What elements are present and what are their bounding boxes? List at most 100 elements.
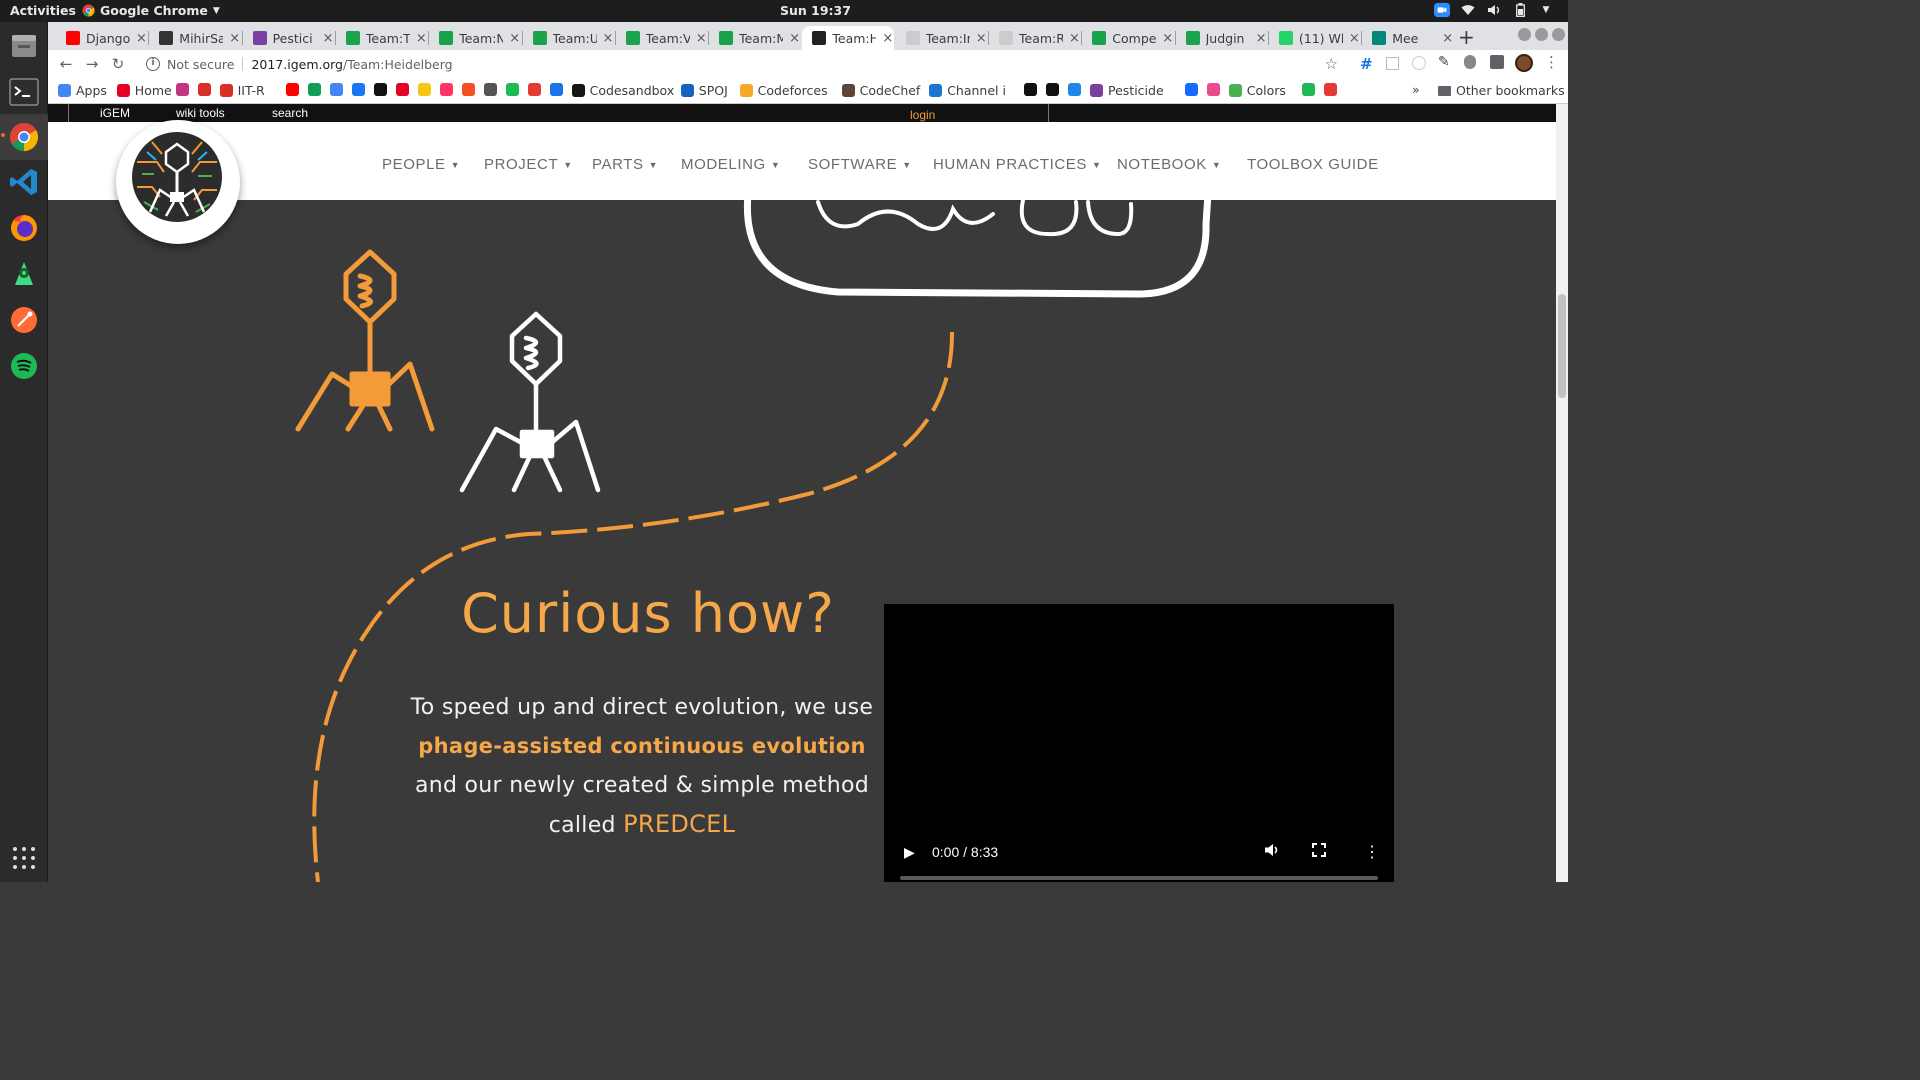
- close-tab-icon[interactable]: ×: [323, 31, 334, 46]
- bookmark-item[interactable]: Pesticide: [1090, 83, 1164, 98]
- close-tab-icon[interactable]: ×: [1442, 31, 1453, 46]
- scrollbar-thumb[interactable]: [1558, 294, 1566, 398]
- nav-human-practices[interactable]: HUMAN PRACTICES ▼: [933, 156, 1102, 173]
- bookmark-item[interactable]: [1024, 83, 1037, 96]
- login-link[interactable]: login: [910, 108, 935, 122]
- dock-firefox[interactable]: [4, 208, 44, 248]
- bookmark-item[interactable]: Home: [116, 83, 172, 98]
- team-logo[interactable]: [116, 120, 240, 244]
- address-bar[interactable]: i Not secure 2017.igem.org/Team:Heidelbe…: [138, 52, 1344, 76]
- bookmark-item[interactable]: [1302, 83, 1315, 96]
- browser-tab[interactable]: Team:Ir ×: [896, 26, 987, 50]
- close-tab-icon[interactable]: ×: [509, 31, 520, 46]
- close-tab-icon[interactable]: ×: [603, 31, 614, 46]
- extensions-puzzle-icon[interactable]: [1490, 55, 1504, 69]
- bookmark-item[interactable]: [527, 83, 541, 96]
- close-tab-icon[interactable]: ×: [416, 31, 427, 46]
- igem-link[interactable]: iGEM: [100, 106, 130, 120]
- bookmark-item[interactable]: [549, 83, 563, 96]
- extension-square-icon[interactable]: [1386, 57, 1399, 70]
- url-text[interactable]: 2017.igem.org/Team:Heidelberg: [251, 57, 452, 72]
- play-icon[interactable]: ▶: [904, 844, 915, 861]
- dock-chrome[interactable]: [1, 117, 44, 157]
- bookmark-item[interactable]: SPOJ: [680, 83, 728, 98]
- video-menu-icon[interactable]: ⋮: [1364, 842, 1380, 862]
- new-tab-button[interactable]: +: [1458, 25, 1475, 49]
- page-scrollbar[interactable]: [1556, 104, 1568, 882]
- nav-notebook[interactable]: NOTEBOOK ▼: [1117, 156, 1221, 173]
- browser-tab[interactable]: (11) Wh ×: [1269, 26, 1360, 50]
- browser-tab[interactable]: Team:M ×: [709, 26, 800, 50]
- bookmark-item[interactable]: [1324, 83, 1337, 96]
- bookmark-item[interactable]: [307, 83, 321, 96]
- bookmark-item[interactable]: [373, 83, 387, 96]
- browser-tab[interactable]: Judgin ×: [1176, 26, 1267, 50]
- browser-tab[interactable]: MihirSa ×: [149, 26, 240, 50]
- close-tab-icon[interactable]: ×: [882, 31, 893, 46]
- close-window-button[interactable]: [1552, 28, 1565, 41]
- forward-icon[interactable]: →: [84, 56, 100, 72]
- bookmark-item[interactable]: Codeforces: [739, 83, 828, 98]
- video-player[interactable]: ▶ 0:00 / 8:33 ⋮: [884, 604, 1394, 882]
- other-bookmarks[interactable]: Other bookmarks: [1438, 83, 1565, 98]
- extension-pencil-icon[interactable]: ✎: [1438, 54, 1450, 70]
- close-tab-icon[interactable]: ×: [1162, 31, 1173, 46]
- minimize-button[interactable]: [1518, 28, 1531, 41]
- nav-modeling[interactable]: MODELING ▼: [681, 156, 780, 173]
- maximize-button[interactable]: [1535, 28, 1548, 41]
- app-menu[interactable]: Google Chrome ▼: [82, 3, 220, 18]
- browser-tab[interactable]: Team:T ×: [336, 26, 427, 50]
- bookmark-item[interactable]: Colors: [1228, 83, 1286, 98]
- clock[interactable]: Sun 19:37: [780, 3, 851, 18]
- bookmark-item[interactable]: [439, 83, 453, 96]
- bookmark-item[interactable]: [417, 83, 431, 96]
- close-tab-icon[interactable]: ×: [136, 31, 147, 46]
- bookmark-item[interactable]: [175, 83, 189, 96]
- dock-android-studio[interactable]: [4, 254, 44, 294]
- zoom-icon[interactable]: [1434, 2, 1450, 18]
- browser-tab[interactable]: Team:N ×: [429, 26, 520, 50]
- bookmark-item[interactable]: CodeChef: [841, 83, 920, 98]
- search-link[interactable]: search: [272, 106, 308, 120]
- dock-spotify[interactable]: [4, 346, 44, 386]
- info-icon[interactable]: i: [146, 57, 160, 71]
- reload-icon[interactable]: ↻: [110, 56, 126, 72]
- menu-dots-icon[interactable]: ⋮: [1544, 53, 1559, 71]
- system-menu-chevron-icon[interactable]: ▼: [1538, 2, 1554, 18]
- bookmark-item[interactable]: [483, 83, 497, 96]
- bookmark-item[interactable]: [505, 83, 519, 96]
- browser-tab[interactable]: Pestici ×: [243, 26, 334, 50]
- nav-people[interactable]: PEOPLE ▼: [382, 156, 460, 173]
- bookmark-item[interactable]: [1046, 83, 1059, 96]
- bookmark-item[interactable]: [285, 83, 299, 96]
- volume-icon[interactable]: [1264, 843, 1280, 860]
- dock-vscode[interactable]: [4, 162, 44, 202]
- bookmark-item[interactable]: IIT-R: [219, 83, 265, 98]
- star-icon[interactable]: ☆: [1325, 55, 1338, 73]
- extension-bug-icon[interactable]: [1464, 55, 1476, 69]
- video-progress-track[interactable]: [900, 876, 1378, 880]
- bookmark-item[interactable]: [351, 83, 365, 96]
- browser-tab[interactable]: Mee ×: [1362, 26, 1453, 50]
- dock-postman[interactable]: [4, 300, 44, 340]
- bookmark-item[interactable]: [329, 83, 343, 96]
- nav-toolbox-guide[interactable]: TOOLBOX GUIDE: [1247, 156, 1379, 173]
- close-tab-icon[interactable]: ×: [1349, 31, 1360, 46]
- browser-tab[interactable]: Django ×: [56, 26, 147, 50]
- profile-avatar[interactable]: [1515, 54, 1533, 72]
- bookmark-item[interactable]: [1184, 83, 1198, 96]
- nav-software[interactable]: SOFTWARE ▼: [808, 156, 912, 173]
- browser-tab[interactable]: Team:H ×: [802, 26, 894, 50]
- bookmark-item[interactable]: [461, 83, 475, 96]
- more-bookmarks-button[interactable]: »: [1412, 82, 1420, 97]
- close-tab-icon[interactable]: ×: [696, 31, 707, 46]
- security-label[interactable]: Not secure: [167, 57, 234, 72]
- nav-parts[interactable]: PARTS ▼: [592, 156, 658, 173]
- system-tray[interactable]: ▼: [1434, 2, 1554, 18]
- bookmark-item[interactable]: Apps: [58, 83, 107, 98]
- extension-hash-icon[interactable]: #: [1360, 55, 1373, 73]
- close-tab-icon[interactable]: ×: [229, 31, 240, 46]
- browser-tab[interactable]: Team:U ×: [523, 26, 614, 50]
- close-tab-icon[interactable]: ×: [789, 31, 800, 46]
- close-tab-icon[interactable]: ×: [976, 31, 987, 46]
